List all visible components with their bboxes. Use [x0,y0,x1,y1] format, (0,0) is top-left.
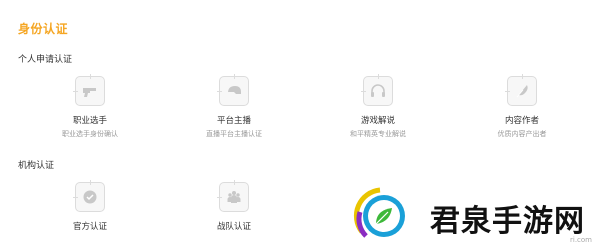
card-icon-frame [361,74,393,106]
gun-icon [83,88,96,97]
card-icon-frame [505,74,537,106]
feather-icon [516,85,528,98]
card-label: 战队认证 [216,222,251,232]
card-desc: 和平精英专业解说 [350,130,406,138]
page-title: 身份认证 [18,22,69,36]
card-desc: 直播平台主播认证 [206,130,262,138]
card-label: 职业选手 [72,116,107,126]
watermark-site: ri.com [570,236,592,244]
card-content-creator[interactable]: 内容作者 优质内容产出者 [462,74,582,146]
card-desc: 职业选手身份确认 [62,130,118,138]
card-icon-frame [217,74,249,106]
watermark-brand: 君泉手游网 [430,204,585,239]
card-label: 内容作者 [504,116,539,126]
card-label: 官方认证 [72,222,107,232]
card-label: 游戏解说 [360,116,395,126]
card-icon-frame [73,180,105,212]
card-streamer[interactable]: 平台主播 直播平台主播认证 [174,74,294,146]
watermark: 君泉手游网 ri.com [348,180,600,246]
section-title-org: 机构认证 [18,161,55,171]
section-title-personal: 个人申请认证 [18,55,73,65]
headset-icon [371,84,385,97]
team-icon [227,191,241,203]
card-label: 平台主播 [216,116,251,126]
helmet-icon [228,86,241,94]
card-icon-frame [217,180,249,212]
card-official[interactable]: 官方认证 [30,180,150,252]
badge-check-icon [83,190,97,204]
card-icon-frame [73,74,105,106]
leaf-logo-icon [353,187,405,238]
card-desc: 优质内容产出者 [497,130,547,138]
card-team[interactable]: 战队认证 [174,180,294,252]
card-pro-player[interactable]: 职业选手 职业选手身份确认 [30,74,150,146]
card-commentator[interactable]: 游戏解说 和平精英专业解说 [318,74,438,146]
